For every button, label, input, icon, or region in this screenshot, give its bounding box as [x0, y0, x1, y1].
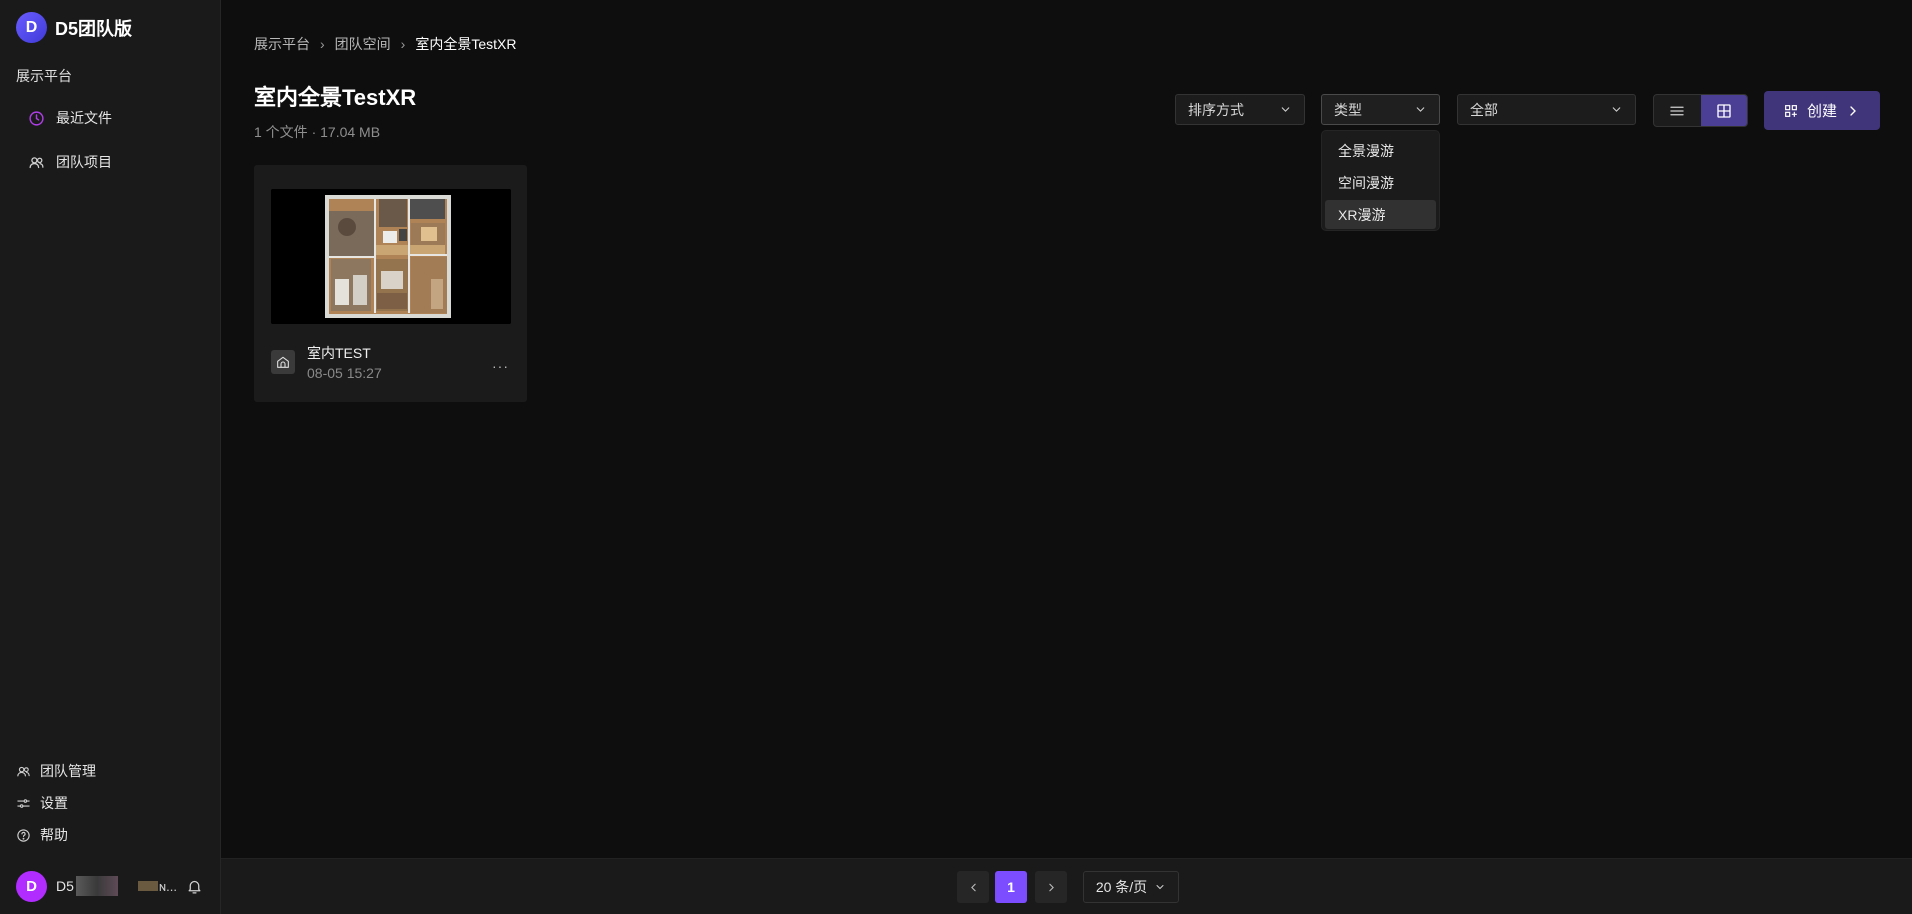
sidebar-item-label: 团队管理 [40, 763, 96, 779]
add-grid-icon [1785, 104, 1797, 117]
sidebar-item-label: 最近文件 [56, 110, 112, 126]
house-icon [277, 356, 289, 368]
sidebar-item-settings[interactable]: 设置 [16, 793, 68, 813]
bell-icon[interactable] [186, 878, 203, 895]
file-date: 08-05 15:27 [307, 365, 382, 381]
sliders-icon [17, 798, 30, 808]
breadcrumb-item-team-space[interactable]: 团队空间 [335, 34, 391, 54]
dropdown-option-space-tour[interactable]: 空间漫游 [1325, 168, 1436, 197]
type-select[interactable]: 类型 [1321, 94, 1440, 125]
list-icon [1670, 106, 1684, 115]
clock-icon [29, 110, 44, 126]
grid-view-button[interactable] [1700, 95, 1747, 126]
create-button-label: 创建 [1806, 103, 1837, 120]
next-page-button[interactable] [1035, 871, 1067, 903]
dropdown-option-xr-tour[interactable]: XR漫游 [1325, 200, 1436, 229]
page-meta: 1 个文件 · 17.04 MB [254, 124, 381, 140]
help-circle-icon [17, 828, 30, 842]
user-name: D5 [56, 878, 74, 894]
users-icon [17, 766, 30, 776]
users-icon [29, 156, 44, 168]
list-view-button[interactable] [1654, 95, 1701, 126]
chevron-down-icon [1416, 107, 1425, 112]
user-name-truncated: ɴ... [158, 878, 177, 894]
create-button[interactable]: 创建 [1764, 91, 1880, 130]
chevron-down-icon [1612, 107, 1621, 112]
chevron-right-icon: › [400, 36, 406, 52]
sidebar-item-label: 帮助 [40, 827, 68, 843]
redacted-name-block [75, 876, 118, 896]
chevron-down-icon [1156, 885, 1164, 890]
floorplan-thumbnail-image [271, 189, 511, 324]
chevron-down-icon [1281, 107, 1290, 112]
filter-select-label: 全部 [1470, 101, 1498, 118]
chevron-right-icon [1850, 105, 1856, 116]
sidebar-item-help[interactable]: 帮助 [16, 825, 68, 845]
more-options-icon[interactable]: ··· [492, 358, 509, 374]
page-size-select[interactable]: 20 条/页 [1083, 871, 1179, 903]
page-title: 室内全景TestXR [254, 85, 417, 110]
avatar: D [16, 870, 47, 902]
file-title[interactable]: 室内TEST [307, 343, 371, 363]
sidebar: D D5团队版 展示平台 最近文件 团队项目 团队管理 设置 帮助 D D5 ɴ… [0, 0, 221, 914]
page-number-button[interactable]: 1 [995, 871, 1027, 903]
type-select-label: 类型 [1334, 101, 1362, 118]
prev-page-button[interactable] [957, 871, 989, 903]
pagination-bar: 1 20 条/页 [221, 858, 1912, 914]
sort-select-label: 排序方式 [1188, 101, 1244, 118]
brand-logo: D [16, 12, 47, 43]
sort-select[interactable]: 排序方式 [1175, 94, 1305, 125]
section-title: 展示平台 [16, 68, 72, 84]
breadcrumb-item-showcase[interactable]: 展示平台 [254, 34, 310, 54]
panorama-type-icon [271, 350, 295, 374]
sidebar-item-recent-files[interactable]: 最近文件 [28, 108, 112, 128]
brand[interactable]: D D5团队版 [16, 12, 132, 43]
view-toggle [1653, 94, 1748, 127]
dropdown-option-panorama-tour[interactable]: 全景漫游 [1325, 136, 1436, 165]
sidebar-item-label: 团队项目 [56, 154, 112, 170]
grid-icon [1717, 103, 1731, 118]
chevron-right-icon: › [320, 36, 325, 52]
type-dropdown-menu: 全景漫游 空间漫游 XR漫游 [1321, 130, 1440, 231]
chevron-right-icon [1048, 883, 1054, 891]
chevron-left-icon [970, 883, 976, 891]
sidebar-item-label: 设置 [40, 795, 68, 811]
page-size-label: 20 条/页 [1095, 879, 1148, 895]
file-thumbnail[interactable] [271, 189, 511, 324]
brand-name: D5团队版 [55, 18, 133, 39]
file-card[interactable]: 室内TEST 08-05 15:27 ··· [254, 165, 527, 402]
user-profile[interactable]: D D5 ɴ... [16, 870, 206, 902]
breadcrumb: 展示平台 › 团队空间 › 室内全景TestXR [254, 34, 516, 54]
sidebar-item-team-projects[interactable]: 团队项目 [28, 152, 112, 172]
sidebar-item-team-management[interactable]: 团队管理 [16, 761, 96, 781]
filter-select[interactable]: 全部 [1457, 94, 1636, 125]
breadcrumb-current: 室内全景TestXR [415, 36, 517, 52]
redacted-name-block [137, 881, 158, 891]
